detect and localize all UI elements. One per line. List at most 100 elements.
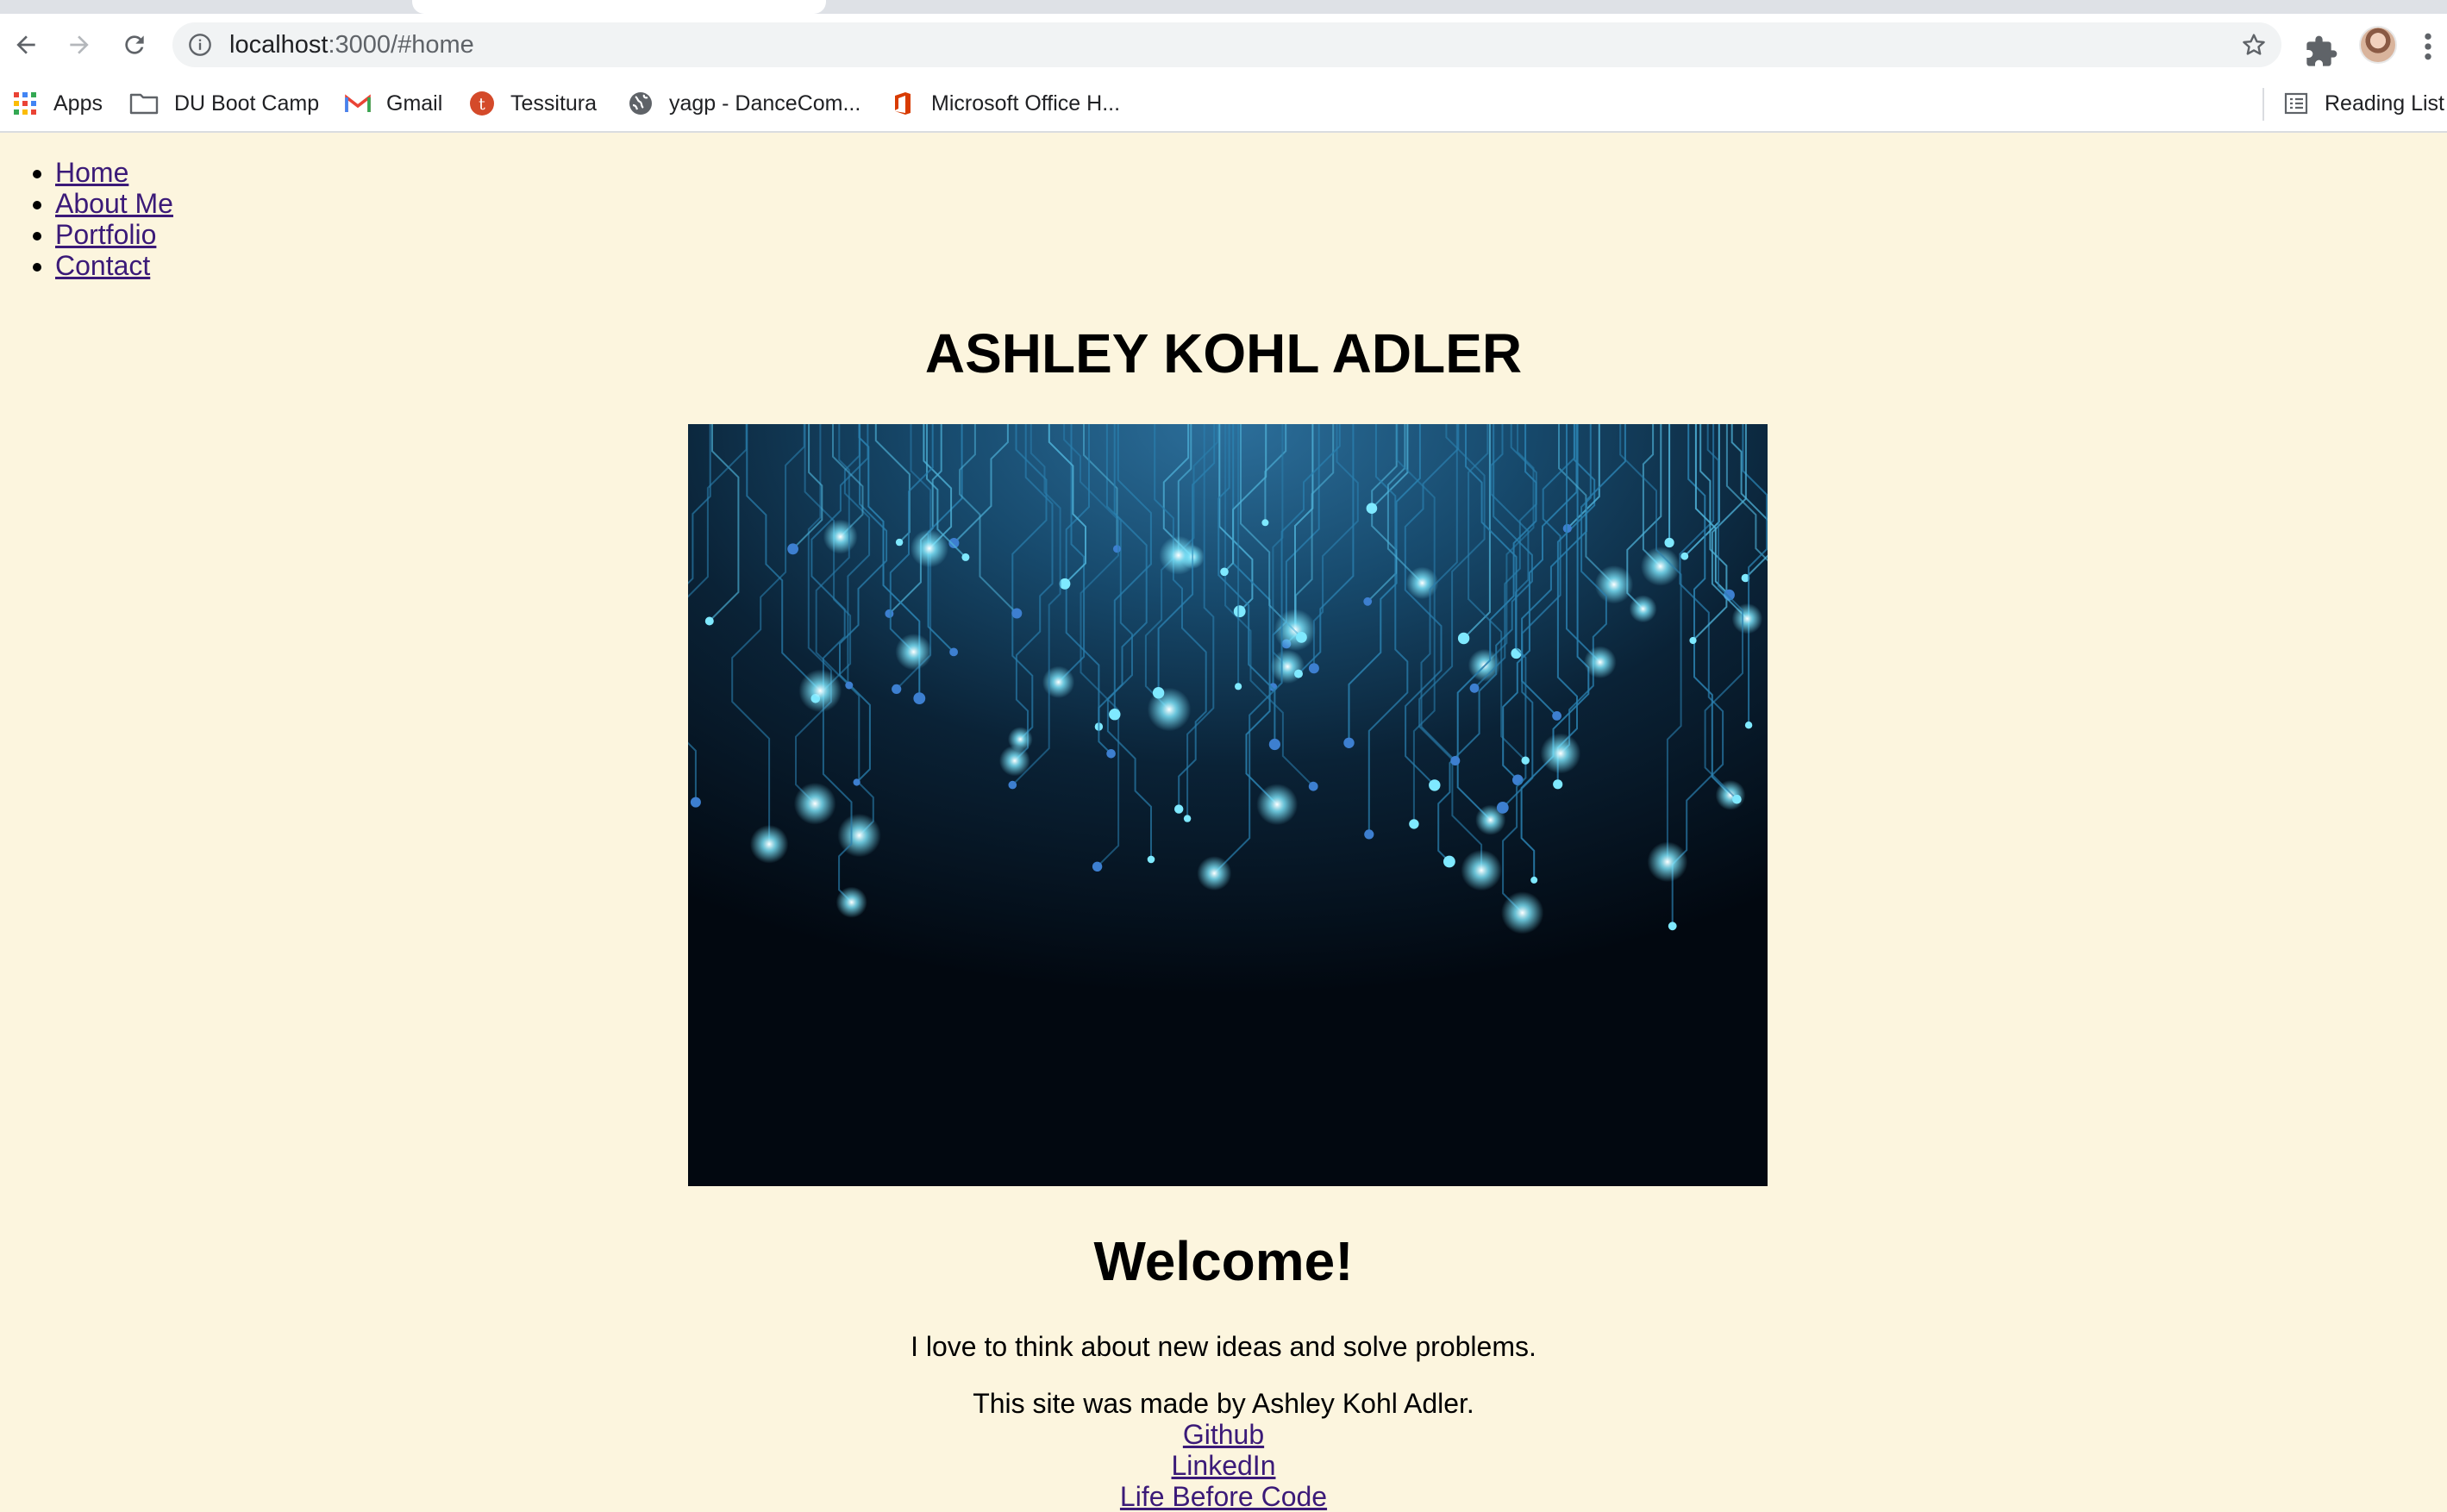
circuit-node (1594, 565, 1634, 604)
bookmark-apps[interactable]: Apps (12, 76, 103, 131)
circuit-trace (1642, 424, 1662, 567)
circuit-trace (1692, 424, 1728, 641)
circuit-node (1668, 922, 1677, 931)
linkedin-link[interactable]: LinkedIn (0, 1450, 2447, 1481)
folder-icon (129, 93, 159, 115)
circuit-node (1732, 794, 1742, 804)
bookmark-microsoft-office[interactable]: Microsoft Office H... (890, 76, 1120, 131)
circuit-node (1584, 646, 1617, 678)
circuit-node (1744, 722, 1753, 729)
circuit-node (1106, 749, 1116, 759)
circuit-node (1530, 876, 1538, 884)
circuit-node (704, 616, 714, 626)
circuit-node (1512, 774, 1524, 786)
circuit-trace (1240, 424, 1303, 639)
nav-item-contact: Contact (55, 250, 173, 281)
nav-item-home: Home (55, 157, 173, 188)
nav-link-portfolio[interactable]: Portfolio (55, 219, 156, 250)
circuit-node (1042, 665, 1075, 698)
office-icon (895, 92, 911, 115)
reload-button[interactable] (114, 24, 155, 66)
reading-list-button[interactable]: Reading List (2283, 76, 2444, 131)
extensions-puzzle-icon[interactable] (2304, 34, 2338, 69)
circuit-node (1261, 519, 1269, 527)
circuit-node (1256, 784, 1299, 826)
url-text[interactable]: localhost:3000/#home (229, 22, 474, 67)
circuit-node (1235, 683, 1242, 690)
url-path: :3000/#home (328, 31, 474, 59)
circuit-trace (709, 424, 740, 622)
site-info-icon[interactable] (188, 33, 212, 57)
circuit-node (1308, 663, 1319, 674)
circuit-node (1147, 855, 1155, 864)
circuit-node (798, 669, 842, 713)
circuit-node (1457, 632, 1470, 645)
bookmark-tessitura[interactable]: t Tessitura (469, 76, 597, 131)
circuit-node (1174, 804, 1184, 814)
circuit-trace (815, 424, 850, 686)
circuit-trace (1520, 424, 1590, 880)
circuit-node (1629, 595, 1657, 623)
circuit-node (1731, 603, 1763, 634)
circuit-node (1296, 632, 1307, 643)
bookmark-du-boot-camp[interactable]: DU Boot Camp (129, 76, 319, 131)
circuit-node (1540, 733, 1581, 774)
circuit-node (823, 519, 858, 554)
circuit-trace (1396, 424, 1436, 824)
life-before-code-link[interactable]: Life Before Code (0, 1481, 2447, 1512)
circuit-node (1109, 709, 1121, 721)
github-link[interactable]: Github (0, 1419, 2447, 1450)
circuit-node (1008, 780, 1017, 790)
circuit-trace (1177, 424, 1192, 556)
circuit-node (853, 778, 861, 786)
bookmark-gmail[interactable]: Gmail (345, 76, 442, 131)
nav-link-home[interactable]: Home (55, 157, 128, 188)
browser-chrome: localhost:3000/#home Apps DU Boot Camp G… (0, 0, 2447, 133)
circuit-node (1183, 815, 1192, 822)
circuit-node (1511, 647, 1522, 659)
apps-grid-icon (14, 92, 36, 115)
circuit-trace (795, 424, 832, 805)
bookmark-label: Gmail (386, 91, 443, 116)
circuit-trace (1294, 424, 1314, 630)
bookmark-label: Tessitura (510, 91, 598, 116)
circuit-node (1197, 856, 1232, 891)
circuit-node (787, 543, 798, 555)
circuit-node (1647, 841, 1688, 883)
circuit-trace (1011, 424, 1048, 740)
forward-button[interactable] (59, 24, 100, 66)
bookmark-label: Microsoft Office H... (931, 91, 1121, 116)
circuit-trace (1098, 424, 1148, 755)
back-arrow-icon (16, 35, 35, 54)
active-tab[interactable] (412, 0, 826, 14)
circuit-node (895, 634, 932, 671)
footer-credit: This site was made by Ashley Kohl Adler. (973, 1388, 1474, 1419)
circuit-trace (839, 424, 888, 784)
nav-link-contact[interactable]: Contact (55, 250, 150, 281)
nav-link-about[interactable]: About Me (55, 188, 173, 219)
reading-list-label: Reading List (2325, 91, 2444, 116)
address-bar[interactable]: localhost:3000/#home (172, 22, 2281, 67)
bookmark-yagp[interactable]: yagp - DanceCom... (628, 76, 861, 131)
circuit-node (910, 529, 948, 568)
circuit-node (1715, 780, 1746, 810)
circuit-trace (1567, 424, 1600, 529)
circuit-node (1366, 503, 1378, 514)
url-host: localhost (229, 31, 329, 59)
bookmark-star-icon[interactable] (2240, 31, 2268, 59)
back-button[interactable] (5, 24, 47, 66)
gmail-icon (345, 94, 371, 112)
bookmarks-bar: Apps DU Boot Camp Gmail t Tessitura yagp… (0, 76, 2447, 131)
profile-avatar[interactable] (2359, 26, 2397, 64)
circuit-node (1268, 738, 1280, 751)
circuit-node (1501, 891, 1544, 934)
circuit-node (1159, 535, 1198, 575)
circuit-node (1405, 566, 1439, 600)
circuit-node (913, 692, 926, 704)
tagline-text: I love to think about new ideas and solv… (911, 1331, 1536, 1362)
circuit-node (835, 886, 867, 918)
circuit-node (1308, 781, 1318, 791)
circuit-trace (1186, 424, 1215, 819)
more-menu-icon[interactable] (2419, 29, 2437, 64)
circuit-node (949, 647, 958, 657)
